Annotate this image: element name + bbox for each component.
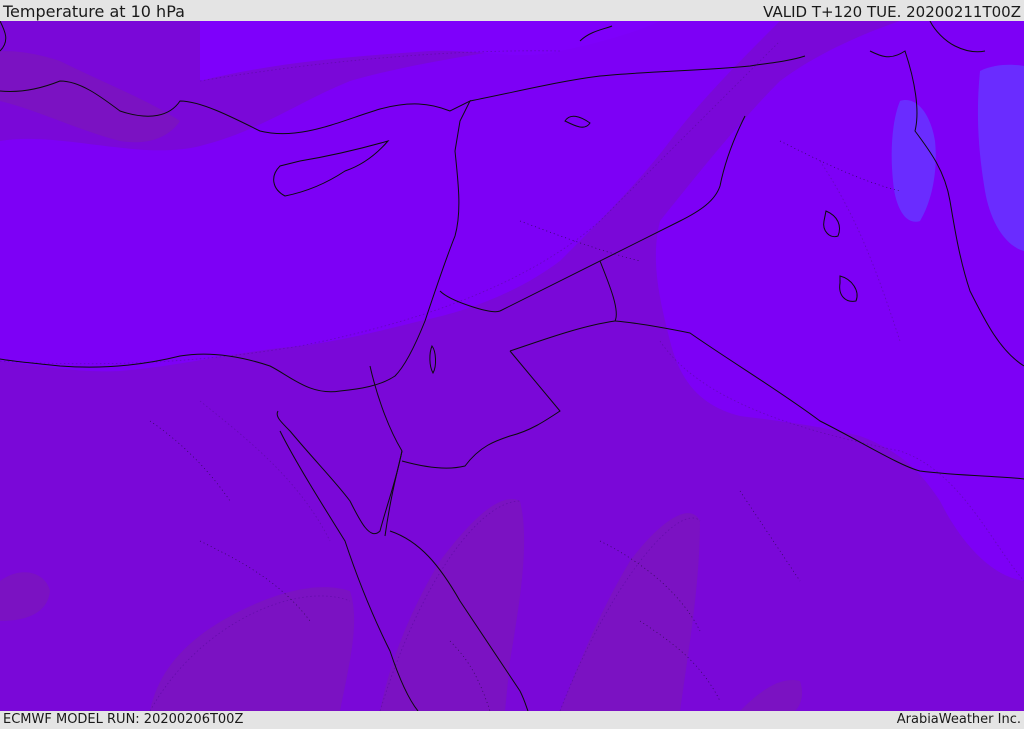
temperature-map xyxy=(0,21,1024,711)
credit: ArabiaWeather Inc. xyxy=(896,712,1021,727)
model-run: ECMWF MODEL RUN: 20200206T00Z xyxy=(3,712,244,727)
top-bar: Temperature at 10 hPa VALID T+120 TUE. 2… xyxy=(0,0,1024,21)
valid-time: VALID T+120 TUE. 20200211T00Z xyxy=(763,3,1021,21)
map-title: Temperature at 10 hPa xyxy=(3,2,185,21)
bottom-bar: ECMWF MODEL RUN: 20200206T00Z ArabiaWeat… xyxy=(0,711,1024,729)
